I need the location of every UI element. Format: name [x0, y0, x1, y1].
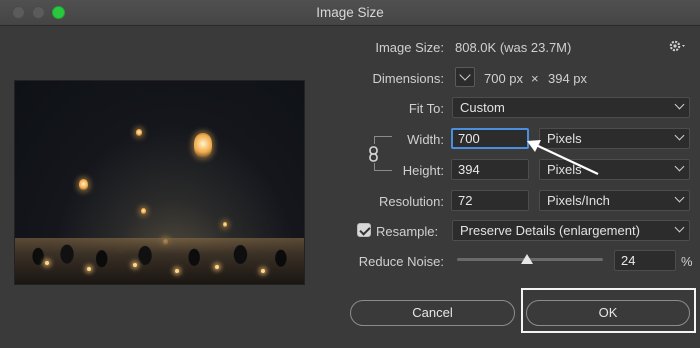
fit-to-value: Custom: [460, 100, 505, 115]
resample-method-value: Preserve Details (enlargement): [460, 223, 640, 238]
dimensions-times: ×: [531, 71, 539, 86]
chevron-down-icon: [674, 222, 685, 233]
image-size-label: Image Size:: [375, 40, 444, 55]
fit-to-select[interactable]: Custom: [452, 97, 690, 118]
reduce-noise-input[interactable]: 24: [614, 250, 676, 271]
height-input[interactable]: 394: [451, 159, 529, 180]
resolution-input[interactable]: 72: [451, 190, 529, 211]
resample-checkbox[interactable]: [357, 223, 371, 237]
fit-to-label: Fit To:: [408, 101, 444, 116]
constrain-bracket-bottom: [374, 163, 392, 171]
gear-icon[interactable]: [668, 38, 688, 54]
width-label: Width:: [407, 132, 444, 147]
dimensions-width: 700 px: [484, 71, 524, 86]
height-unit-select[interactable]: Pixels: [539, 159, 690, 180]
resample-method-select[interactable]: Preserve Details (enlargement): [452, 220, 690, 241]
image-preview: [14, 80, 305, 285]
resolution-unit-value: Pixels/Inch: [547, 193, 610, 208]
chevron-down-icon: [674, 130, 685, 141]
chevron-down-icon: [674, 99, 685, 110]
window-title: Image Size: [316, 5, 384, 20]
constrain-bracket-top: [374, 136, 392, 144]
reduce-noise-label: Reduce Noise:: [358, 254, 444, 269]
height-label: Height:: [402, 163, 444, 178]
cancel-button[interactable]: Cancel: [350, 300, 515, 326]
image-size-value: 808.0K (was 23.7M): [455, 40, 572, 55]
chevron-down-icon: [674, 192, 685, 203]
width-unit-select[interactable]: Pixels: [539, 128, 690, 149]
chain-link-icon[interactable]: [367, 146, 381, 162]
chevron-down-icon: [459, 69, 471, 81]
width-input[interactable]: 700: [451, 128, 529, 149]
resolution-label: Resolution:: [378, 194, 444, 209]
chevron-down-icon: [674, 161, 685, 172]
dimensions-height: 394 px: [548, 71, 588, 86]
resolution-unit-select[interactable]: Pixels/Inch: [539, 190, 690, 211]
resample-label: Resample:: [376, 224, 439, 239]
reduce-noise-unit: %: [681, 254, 693, 269]
reduce-noise-slider-thumb[interactable]: [521, 254, 534, 264]
title-bar: Image Size: [0, 0, 700, 26]
width-unit-value: Pixels: [547, 131, 582, 146]
ok-button[interactable]: OK: [526, 300, 690, 326]
dimensions-unit-dropdown[interactable]: [455, 67, 475, 87]
height-unit-value: Pixels: [547, 162, 582, 177]
dimensions-label: Dimensions:: [372, 71, 444, 86]
